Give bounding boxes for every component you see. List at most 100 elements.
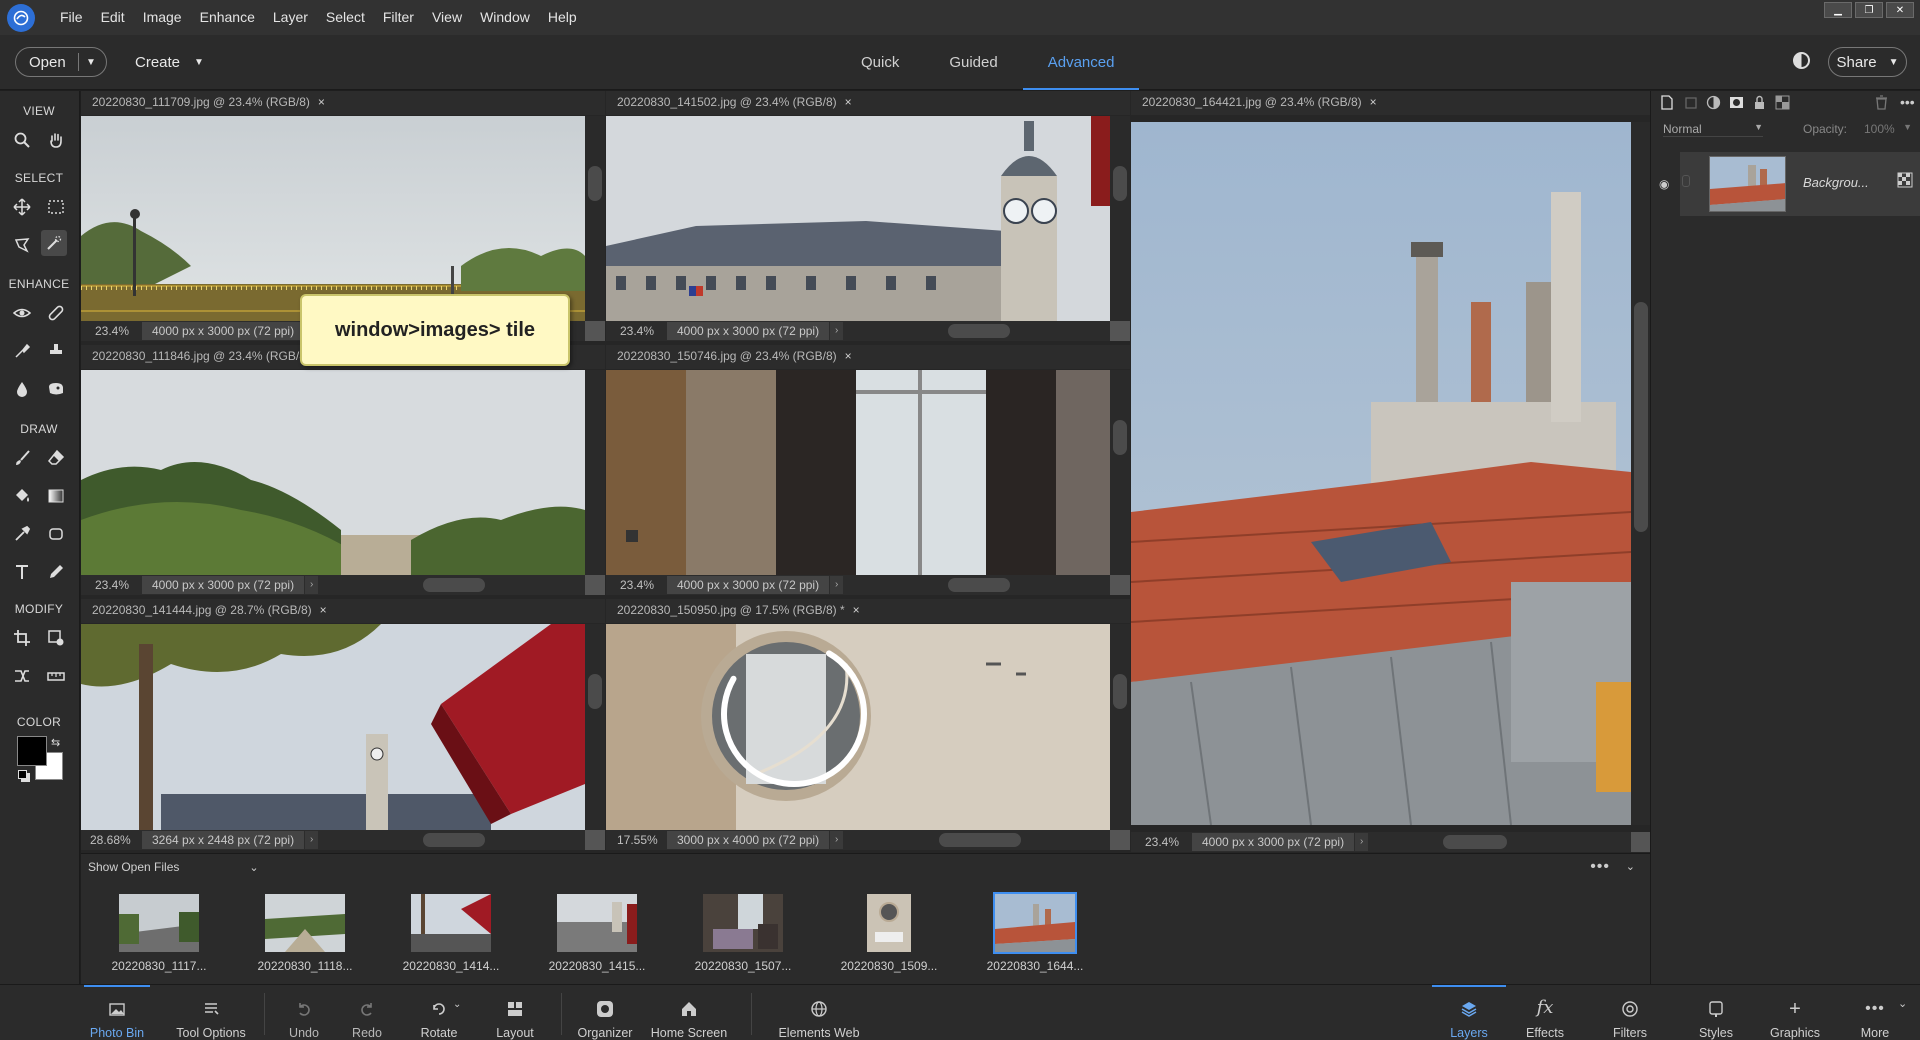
photo-bin-button[interactable]: Photo Bin — [84, 985, 150, 1040]
zoom-level[interactable]: 17.55% — [606, 833, 667, 847]
more-options-icon[interactable]: ••• — [1590, 858, 1610, 876]
document-tab[interactable]: 20220830_150746.jpg @ 23.4% (RGB/8) × — [606, 345, 1130, 369]
layer-row-background[interactable]: Backgrou... — [1680, 152, 1920, 216]
hand-tool-icon[interactable] — [43, 127, 69, 153]
chevron-right-icon[interactable]: › — [305, 831, 319, 849]
filters-button[interactable]: Filters — [1608, 985, 1652, 1040]
menu-window[interactable]: Window — [471, 0, 539, 35]
theme-contrast-icon[interactable] — [1793, 52, 1810, 69]
zoom-level[interactable]: 23.4% — [1131, 835, 1192, 849]
layer-link-icon[interactable] — [1682, 175, 1690, 187]
layers-button[interactable]: Layers — [1432, 985, 1506, 1040]
opacity-input[interactable]: 100% ▼ — [1864, 122, 1912, 136]
recompose-tool-icon[interactable] — [43, 625, 69, 651]
menu-filter[interactable]: Filter — [374, 0, 423, 35]
menu-layer[interactable]: Layer — [264, 0, 317, 35]
chevron-down-icon[interactable]: ⌄ — [453, 999, 461, 1010]
horizontal-scrollbar[interactable] — [423, 833, 485, 847]
document-tab[interactable]: 20220830_141502.jpg @ 23.4% (RGB/8) × — [606, 91, 1130, 115]
tab-advanced[interactable]: Advanced — [1022, 35, 1140, 90]
effects-button[interactable]: fx Effects — [1523, 985, 1567, 1040]
document-tab[interactable]: 20220830_141444.jpg @ 28.7% (RGB/8) × — [81, 599, 605, 623]
bin-thumbnail[interactable]: 20220830_1118... — [235, 892, 375, 973]
close-icon[interactable]: × — [845, 95, 852, 109]
vertical-scrollbar[interactable] — [1110, 370, 1130, 575]
vertical-scrollbar[interactable] — [1110, 116, 1130, 321]
move-tool-icon[interactable] — [9, 194, 35, 220]
document-tab[interactable]: 20220830_150950.jpg @ 17.5% (RGB/8) * × — [606, 599, 1130, 623]
gradient-tool-icon[interactable] — [43, 483, 69, 509]
bin-thumbnail[interactable]: 20220830_1415... — [527, 892, 667, 973]
smart-brush-tool-icon[interactable] — [9, 338, 35, 364]
vertical-scrollbar[interactable] — [585, 116, 605, 321]
close-icon[interactable]: × — [853, 603, 860, 617]
image-canvas[interactable] — [606, 370, 1110, 575]
crop-tool-icon[interactable] — [9, 625, 35, 651]
vertical-scrollbar[interactable] — [1631, 122, 1650, 825]
vertical-scrollbar[interactable] — [585, 370, 605, 575]
menu-edit[interactable]: Edit — [92, 0, 134, 35]
layer-mask-icon[interactable] — [1729, 95, 1744, 110]
menu-image[interactable]: Image — [134, 0, 191, 35]
bin-thumbnail[interactable]: 20220830_1509... — [819, 892, 959, 973]
new-layer-icon[interactable] — [1659, 95, 1674, 110]
swap-colors-icon[interactable]: ⇆ — [51, 736, 60, 749]
minimize-icon[interactable]: ▁ — [1824, 2, 1852, 18]
chevron-right-icon[interactable]: › — [1355, 833, 1369, 851]
restore-icon[interactable]: ❐ — [1855, 2, 1883, 18]
chevron-down-icon[interactable]: ⌄ — [1626, 860, 1635, 873]
visibility-eye-icon[interactable]: ◉ — [1659, 177, 1669, 191]
clone-stamp-tool-icon[interactable] — [43, 338, 69, 364]
chevron-right-icon[interactable]: › — [830, 322, 844, 340]
graphics-button[interactable]: + Graphics — [1766, 985, 1824, 1040]
image-canvas[interactable] — [81, 116, 585, 321]
bin-thumbnail[interactable]: 20220830_1414... — [381, 892, 521, 973]
home-screen-button[interactable]: Home Screen — [648, 985, 730, 1040]
menu-help[interactable]: Help — [539, 0, 586, 35]
image-canvas[interactable] — [81, 624, 585, 830]
tab-guided[interactable]: Guided — [924, 35, 1022, 90]
brush-tool-icon[interactable] — [9, 445, 35, 471]
zoom-level[interactable]: 28.68% — [81, 833, 142, 847]
type-tool-icon[interactable] — [9, 559, 35, 585]
shape-tool-icon[interactable] — [43, 521, 69, 547]
eye-redeye-tool-icon[interactable] — [9, 300, 35, 326]
zoom-level[interactable]: 23.4% — [606, 578, 667, 592]
bin-thumbnail[interactable]: 20220830_1117... — [89, 892, 229, 973]
image-canvas[interactable] — [81, 370, 585, 575]
undo-button[interactable]: Undo — [284, 985, 324, 1040]
document-tab[interactable]: 20220830_111709.jpg @ 23.4% (RGB/8) × — [81, 91, 605, 115]
show-open-files-dropdown[interactable]: Show Open Files ⌄ — [88, 860, 259, 874]
horizontal-scrollbar[interactable] — [1443, 835, 1507, 849]
delete-layer-icon[interactable] — [1874, 95, 1889, 110]
sponge-tool-icon[interactable] — [43, 376, 69, 402]
vertical-scrollbar[interactable] — [585, 624, 605, 830]
tool-options-button[interactable]: Tool Options — [172, 985, 250, 1040]
content-aware-move-icon[interactable] — [9, 663, 35, 689]
straighten-tool-icon[interactable] — [43, 663, 69, 689]
close-icon[interactable]: × — [1370, 95, 1377, 109]
share-button[interactable]: Share ▼ — [1828, 47, 1907, 77]
image-canvas[interactable] — [1131, 122, 1631, 825]
horizontal-scrollbar[interactable] — [948, 578, 1010, 592]
marquee-tool-icon[interactable] — [43, 194, 69, 220]
zoom-tool-icon[interactable] — [9, 127, 35, 153]
horizontal-scrollbar[interactable] — [939, 833, 1021, 847]
foreground-color-swatch[interactable] — [17, 736, 47, 766]
more-options-icon[interactable]: ••• — [1900, 94, 1915, 110]
tab-quick[interactable]: Quick — [836, 35, 924, 90]
close-window-icon[interactable]: ✕ — [1886, 2, 1914, 18]
menu-file[interactable]: File — [51, 0, 92, 35]
bin-thumbnail[interactable]: 20220830_1507... — [673, 892, 813, 973]
organizer-button[interactable]: Organizer — [573, 985, 637, 1040]
redo-button[interactable]: Redo — [347, 985, 387, 1040]
eraser-tool-icon[interactable] — [43, 445, 69, 471]
chevron-right-icon[interactable]: › — [305, 576, 319, 594]
layout-button[interactable]: Layout — [494, 985, 536, 1040]
rotate-button[interactable]: Rotate — [412, 985, 466, 1040]
chevron-down-icon[interactable]: ▼ — [79, 57, 96, 68]
horizontal-scrollbar[interactable] — [423, 578, 485, 592]
menu-enhance[interactable]: Enhance — [191, 0, 264, 35]
lasso-tool-icon[interactable] — [9, 232, 35, 258]
new-group-icon[interactable] — [1684, 95, 1699, 110]
